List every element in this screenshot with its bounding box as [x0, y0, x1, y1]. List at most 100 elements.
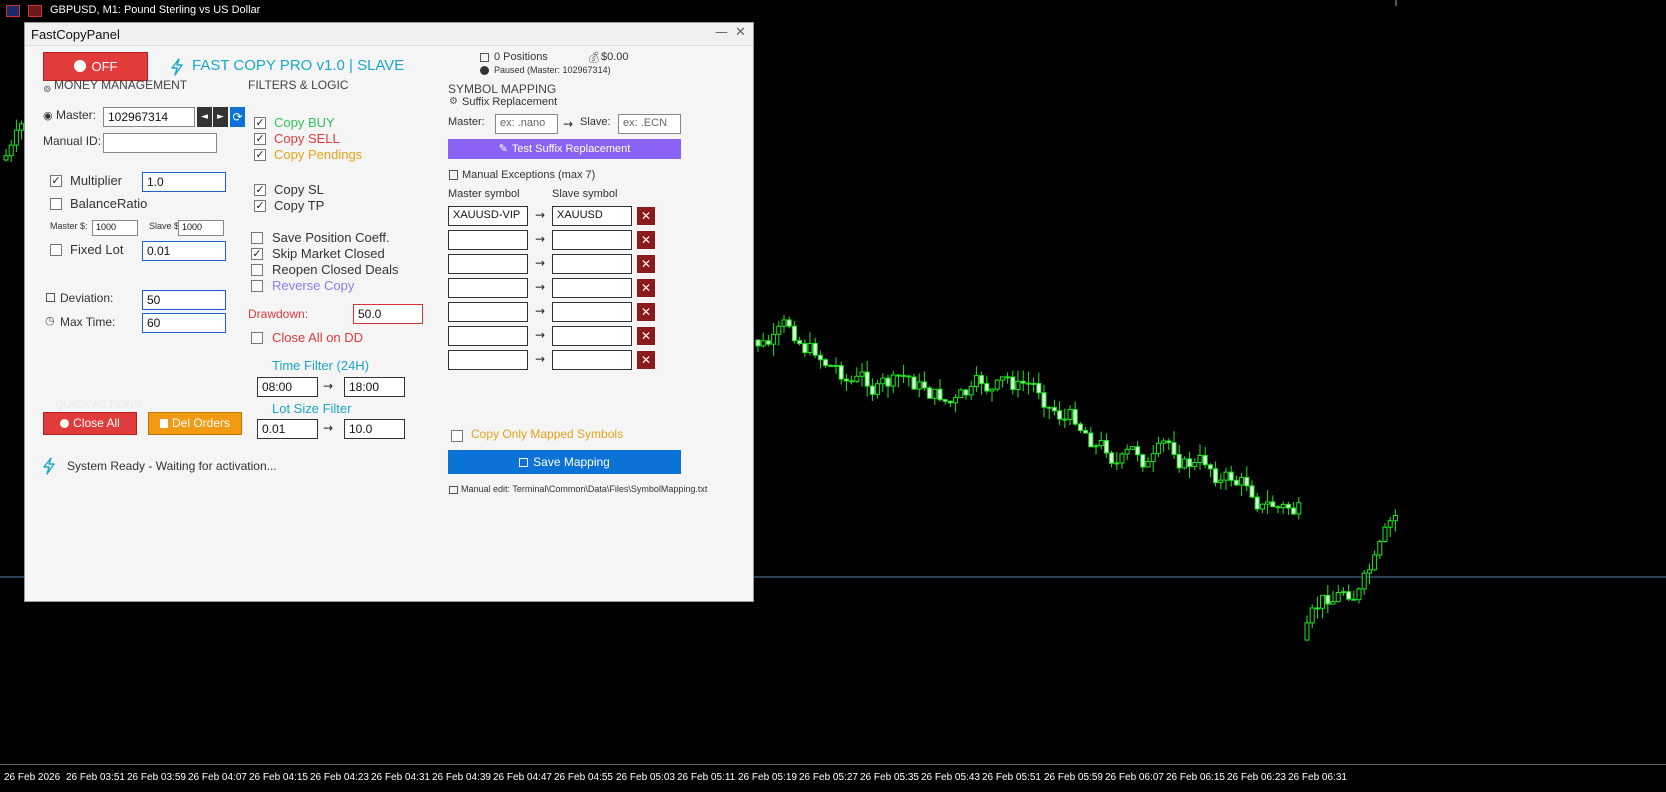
- time-from-input[interactable]: 08:00: [257, 377, 318, 397]
- money-management-heading: MONEY MANAGEMENT: [54, 78, 188, 92]
- candle-body: [1171, 442, 1177, 455]
- lot-max-input[interactable]: 10.0: [344, 419, 405, 439]
- mapping-master-input[interactable]: [448, 350, 528, 370]
- mapping-master-input[interactable]: [448, 278, 528, 298]
- delete-orders-button[interactable]: Del Orders: [148, 412, 242, 435]
- mapping-slave-input[interactable]: [552, 302, 632, 322]
- time-axis-label: 26 Feb 05:11: [677, 772, 736, 783]
- copy-buy-checkbox[interactable]: ✓: [254, 117, 266, 129]
- close-icon[interactable]: ✕: [735, 25, 746, 40]
- master-account-input[interactable]: 102967314: [103, 107, 195, 127]
- copy-pendings-label: Copy Pendings: [274, 147, 363, 162]
- mapping-master-input[interactable]: XAUUSD-VIP: [448, 206, 528, 226]
- candle-body: [1077, 423, 1083, 431]
- candle-body: [953, 397, 959, 404]
- candle-body: [1036, 382, 1042, 394]
- exceptions-heading: Manual Exceptions (max 7): [462, 169, 596, 181]
- mapping-master-input[interactable]: [448, 302, 528, 322]
- delete-mapping-button[interactable]: ✕: [637, 207, 655, 225]
- candle-body: [1249, 485, 1255, 498]
- manual-id-input[interactable]: [103, 133, 217, 153]
- delete-mapping-button[interactable]: ✕: [637, 255, 655, 273]
- test-suffix-button[interactable]: ✎ Test Suffix Replacement: [448, 139, 681, 159]
- close-all-on-dd-checkbox[interactable]: [251, 332, 263, 344]
- mapping-slave-input[interactable]: [552, 230, 632, 250]
- max-time-input[interactable]: 60: [142, 313, 226, 333]
- delete-mapping-button[interactable]: ✕: [637, 279, 655, 297]
- time-axis-label: 26 Feb 05:43: [921, 772, 980, 783]
- copy-only-mapped-label: Copy Only Mapped Symbols: [471, 427, 624, 441]
- reopen-closed-deals-checkbox[interactable]: [251, 264, 263, 276]
- suffix-heading: Suffix Replacement: [462, 96, 558, 108]
- fixed-lot-input[interactable]: 0.01: [142, 241, 226, 261]
- panel-header[interactable]: FastCopyPanel — ✕: [25, 23, 753, 46]
- multiplier-checkbox[interactable]: ✓: [50, 175, 62, 187]
- deviation-input[interactable]: 50: [142, 290, 226, 310]
- master-dollar-label: Master $:: [50, 221, 88, 231]
- candle-body: [1057, 410, 1063, 420]
- mapping-master-input[interactable]: [448, 230, 528, 250]
- suffix-slave-input[interactable]: ex: .ECN: [618, 114, 681, 134]
- delete-mapping-button[interactable]: ✕: [637, 303, 655, 321]
- save-position-coeff-checkbox[interactable]: [251, 232, 263, 244]
- reverse-copy-checkbox[interactable]: [251, 280, 263, 292]
- skip-market-closed-checkbox[interactable]: ✓: [251, 248, 263, 260]
- drawdown-input[interactable]: 50.0: [353, 304, 423, 324]
- copy-toggle-button[interactable]: OFF: [43, 52, 148, 81]
- candle-body: [1244, 476, 1250, 487]
- candle-body: [1025, 382, 1031, 385]
- reverse-copy-label: Reverse Copy: [272, 278, 355, 293]
- copy-pendings-checkbox[interactable]: ✓: [254, 149, 266, 161]
- manual-id-label: Manual ID:: [43, 134, 102, 148]
- mapping-slave-input[interactable]: [552, 254, 632, 274]
- candle-body: [1207, 464, 1213, 470]
- close-all-button[interactable]: Close All: [43, 412, 137, 435]
- candle-body: [1304, 622, 1310, 641]
- candle-body: [1150, 453, 1156, 463]
- copy-sell-checkbox[interactable]: ✓: [254, 133, 266, 145]
- suffix-master-input[interactable]: ex: .nano: [495, 114, 558, 134]
- mapping-slave-input[interactable]: [552, 326, 632, 346]
- mapping-master-input[interactable]: [448, 326, 528, 346]
- refresh-master-button[interactable]: ⟳: [230, 107, 245, 127]
- slave-balance-input[interactable]: 1000: [178, 220, 224, 236]
- candle-body: [947, 400, 953, 404]
- candle-body: [932, 388, 938, 399]
- copy-only-mapped-checkbox[interactable]: [451, 430, 463, 442]
- fixed-lot-checkbox[interactable]: [50, 244, 62, 256]
- max-time-label: Max Time:: [60, 315, 116, 329]
- balance-ratio-checkbox[interactable]: [50, 198, 62, 210]
- filters-heading: FILTERS & LOGIC: [248, 78, 349, 92]
- delete-mapping-button[interactable]: ✕: [637, 351, 655, 369]
- multiplier-label: Multiplier: [70, 173, 123, 188]
- system-status-text: System Ready - Waiting for activation...: [67, 459, 277, 473]
- del-orders-label: Del Orders: [171, 416, 230, 430]
- master-balance-input[interactable]: 1000: [92, 220, 138, 236]
- lot-min-input[interactable]: 0.01: [257, 419, 318, 439]
- candle-body: [1197, 454, 1203, 463]
- candle-body: [1285, 503, 1291, 509]
- delete-mapping-button[interactable]: ✕: [637, 231, 655, 249]
- mapping-slave-input[interactable]: XAUUSD: [552, 206, 632, 226]
- candle-body: [885, 377, 891, 387]
- lot-filter-heading: Lot Size Filter: [272, 401, 352, 416]
- candle-body: [1377, 540, 1383, 556]
- candle-body: [1254, 496, 1260, 510]
- delete-mapping-button[interactable]: ✕: [637, 327, 655, 345]
- fastcopy-panel: FastCopyPanel — ✕ OFF FAST COPY PRO v1.0…: [24, 22, 754, 602]
- candle-body: [1270, 501, 1276, 508]
- candle-body: [1228, 471, 1234, 481]
- prev-master-button[interactable]: ◄: [197, 107, 212, 127]
- copy-tp-checkbox[interactable]: ✓: [254, 200, 266, 212]
- minimize-button[interactable]: —: [715, 25, 728, 40]
- mapping-slave-input[interactable]: [552, 278, 632, 298]
- copy-sl-checkbox[interactable]: ✓: [254, 184, 266, 196]
- mapping-slave-input[interactable]: [552, 350, 632, 370]
- save-mapping-button[interactable]: Save Mapping: [448, 450, 681, 474]
- time-to-input[interactable]: 18:00: [344, 377, 405, 397]
- candle-body: [771, 333, 777, 345]
- multiplier-input[interactable]: 1.0: [142, 172, 226, 192]
- next-master-button[interactable]: ►: [213, 107, 228, 127]
- mapping-master-input[interactable]: [448, 254, 528, 274]
- col-slave-symbol: Slave symbol: [552, 188, 618, 200]
